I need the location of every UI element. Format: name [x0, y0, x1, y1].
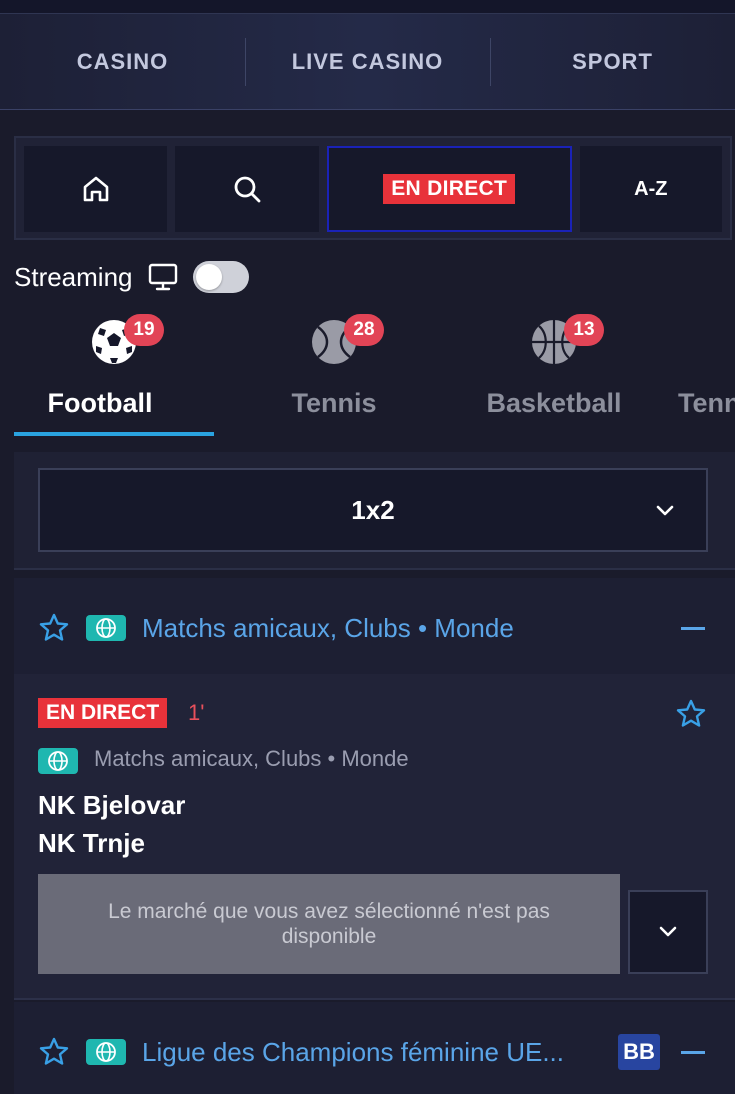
search-icon [234, 176, 261, 203]
live-button[interactable]: EN DIRECT [326, 146, 572, 232]
expand-markets-button[interactable] [628, 890, 708, 974]
bb-badge: BB [618, 1034, 660, 1070]
collapse-icon[interactable] [681, 1050, 705, 1054]
away-team: NK Trnje [38, 828, 145, 858]
collapse-icon[interactable] [681, 626, 705, 630]
globe-icon [96, 1042, 116, 1062]
football-count-badge: 19 [124, 314, 164, 346]
match-competition: Matchs amicaux, Clubs • Monde [94, 746, 409, 771]
tab-basketball-label: Basketball [486, 388, 622, 418]
star-icon[interactable] [675, 698, 707, 730]
home-team: NK Bjelovar [38, 790, 186, 820]
league-header[interactable]: Matchs amicaux, Clubs • Monde [14, 578, 735, 678]
home-icon [83, 176, 108, 202]
chevron-down-icon [656, 505, 674, 516]
tab-football[interactable]: 19 Football [14, 310, 214, 436]
tab-basketball[interactable]: 13 Basketball [454, 310, 654, 436]
streaming-toggle[interactable] [192, 261, 249, 293]
nav-live-casino[interactable]: LIVE CASINO [245, 14, 490, 110]
active-tab-underline [14, 432, 214, 436]
nav-casino[interactable]: CASINO [0, 14, 245, 110]
nav-sport[interactable]: SPORT [490, 14, 735, 110]
live-label: EN DIRECT [383, 174, 516, 204]
az-button[interactable]: A-Z [579, 146, 722, 232]
sports-tabs: 19 Football 28 Tennis 13 Basketball Tenn [0, 310, 735, 440]
search-button[interactable] [175, 146, 319, 232]
league-header[interactable]: Ligue des Champions féminine UE... BB [14, 1002, 735, 1094]
market-unavailable-message: Le marché que vous avez sélectionné n'es… [38, 874, 620, 974]
tab-partial-label: Tenn [678, 388, 735, 418]
chevron-down-icon [659, 926, 677, 937]
basketball-count-badge: 13 [564, 314, 604, 346]
star-icon[interactable] [38, 612, 70, 644]
streaming-row: Streaming [14, 258, 249, 296]
tab-partial[interactable]: Tenn [674, 310, 735, 436]
league-name: Ligue des Champions féminine UE... [142, 1036, 565, 1067]
home-button[interactable] [24, 146, 168, 232]
quick-bar: EN DIRECT A-Z [14, 136, 732, 240]
globe-icon [96, 618, 116, 638]
globe-badge [38, 748, 78, 774]
league-name: Matchs amicaux, Clubs • Monde [142, 612, 514, 643]
market-select-value: 1x2 [351, 494, 395, 525]
streaming-label: Streaming [14, 261, 133, 292]
globe-badge [86, 1039, 126, 1065]
toggle-knob [195, 264, 222, 290]
match-minute: 1' [188, 700, 205, 725]
match-card[interactable]: EN DIRECT 1' Matchs amicaux, Clubs • Mon… [14, 674, 735, 1000]
globe-badge [86, 615, 126, 641]
globe-icon [48, 751, 68, 771]
tab-tennis[interactable]: 28 Tennis [234, 310, 434, 436]
market-select[interactable]: 1x2 [38, 468, 708, 552]
star-icon[interactable] [38, 1036, 70, 1068]
monitor-icon [148, 263, 177, 291]
tennis-count-badge: 28 [344, 314, 384, 346]
market-panel: 1x2 [14, 452, 735, 570]
top-nav: CASINO LIVE CASINO SPORT [0, 14, 735, 110]
tab-tennis-label: Tennis [291, 388, 377, 418]
live-status-badge: EN DIRECT [38, 698, 168, 728]
top-strip [0, 0, 735, 14]
tab-football-label: Football [47, 388, 153, 418]
